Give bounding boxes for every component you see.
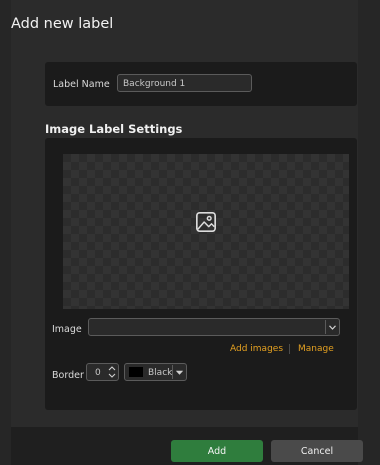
border-value: 0 [95, 368, 101, 378]
image-settings-panel: Image Add images Manage Border 0 Black [45, 138, 357, 410]
image-preview [63, 154, 349, 309]
color-dropdown-icon[interactable] [172, 365, 186, 379]
section-title: Image Label Settings [45, 122, 183, 136]
link-separator [289, 344, 290, 354]
label-name-input[interactable]: Background 1 [117, 74, 252, 92]
border-spinner[interactable]: 0 [86, 363, 119, 381]
color-picker[interactable]: Black [124, 363, 187, 381]
add-label-dialog: Add new label Label Name Background 1 Im… [11, 0, 363, 465]
color-swatch [129, 367, 143, 377]
chevron-down-icon[interactable] [325, 320, 339, 334]
border-label: Border [52, 370, 84, 381]
add-images-link[interactable]: Add images [230, 344, 283, 354]
image-select[interactable] [88, 318, 340, 336]
image-label: Image [52, 324, 82, 335]
label-name-label: Label Name [53, 79, 110, 90]
add-button[interactable]: Add [171, 440, 263, 462]
cancel-button[interactable]: Cancel [271, 440, 363, 462]
manage-link[interactable]: Manage [298, 344, 334, 354]
label-name-value: Background 1 [123, 79, 186, 89]
color-name: Black [148, 368, 173, 378]
image-icon [196, 212, 216, 232]
spinner-arrows-icon[interactable] [108, 365, 116, 379]
label-name-panel: Label Name Background 1 [45, 62, 357, 106]
dialog-title: Add new label [11, 16, 114, 32]
